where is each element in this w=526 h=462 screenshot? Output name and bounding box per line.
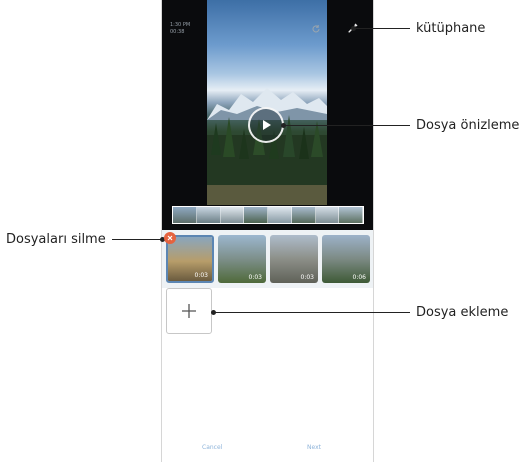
callout-library: kütüphane <box>416 21 486 36</box>
timeline-frame <box>173 207 197 223</box>
clip-thumbnail-4[interactable]: 0:06 <box>322 235 370 283</box>
undo-icon[interactable] <box>311 24 321 34</box>
cancel-button[interactable]: Cancel <box>202 444 222 451</box>
callout-line-preview <box>283 125 410 126</box>
clip-duration: 0:03 <box>300 274 314 281</box>
delete-clip-icon[interactable] <box>164 232 176 244</box>
plus-icon <box>182 304 196 318</box>
close-icon <box>167 235 173 241</box>
play-icon <box>263 120 271 130</box>
clip-thumbnail-2[interactable]: 0:03 <box>218 235 266 283</box>
clip-thumbnail-strip: 0:03 0:03 0:03 0:06 <box>162 230 373 288</box>
status-time: 1:30 PM <box>170 22 191 28</box>
callout-delete-files: Dosyaları silme <box>6 232 106 247</box>
status-duration: 00:38 <box>170 29 185 35</box>
callout-line-add <box>213 312 410 313</box>
timeline-frame <box>244 207 268 223</box>
play-button[interactable] <box>248 107 284 143</box>
phone-screen: 1:30 PM 00:38 0:03 0:03 0:03 0:06 Cancel… <box>161 0 374 462</box>
timeline-frame <box>315 207 340 223</box>
timeline-frame <box>196 207 221 223</box>
clip-duration: 0:03 <box>248 274 262 281</box>
callout-add-file: Dosya ekleme <box>416 305 509 320</box>
timeline-frame <box>268 207 292 223</box>
timeline-frame <box>220 207 245 223</box>
clip-duration: 0:06 <box>352 274 366 281</box>
preview-image <box>207 0 327 205</box>
next-button[interactable]: Next <box>307 444 321 451</box>
timeline-frame <box>291 207 316 223</box>
clip-thumbnail-3[interactable]: 0:03 <box>270 235 318 283</box>
callout-file-preview: Dosya önizleme <box>416 118 520 133</box>
clip-duration: 0:03 <box>194 272 208 279</box>
video-preview: 1:30 PM 00:38 <box>162 0 373 230</box>
add-clip-button[interactable] <box>166 288 212 334</box>
timeline-frame <box>339 207 363 223</box>
callout-line-library <box>353 28 410 29</box>
timeline-scrubber[interactable] <box>172 206 364 224</box>
callout-line-delete <box>112 239 162 240</box>
